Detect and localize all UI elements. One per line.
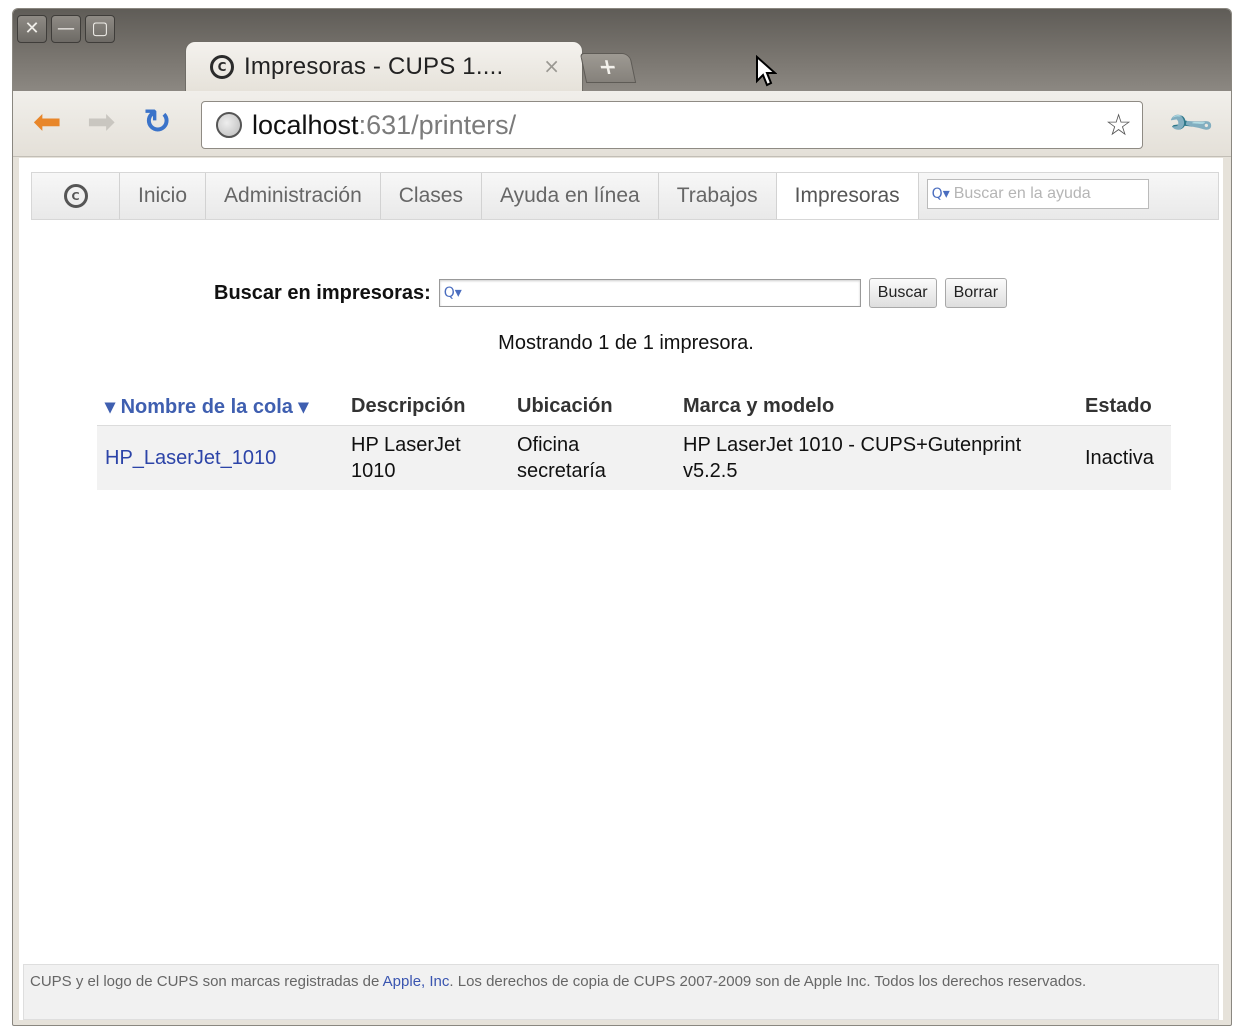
nav-item-impresoras[interactable]: Impresoras [776, 173, 919, 219]
search-button[interactable]: Buscar [868, 278, 937, 308]
browser-toolbar: ⬅ ➡ ↻ localhost :631/printers/ ☆ 🔧 [13, 91, 1231, 157]
column-header-description: Descripción [343, 386, 509, 426]
state-cell: Inactiva [1077, 425, 1171, 490]
page-footer: CUPS y el logo de CUPS son marcas regist… [23, 964, 1219, 1020]
search-icon: Q▾ [443, 285, 462, 301]
help-search-input[interactable]: Q▾ Buscar en la ayuda [926, 179, 1149, 209]
apple-link[interactable]: Apple, Inc [383, 973, 450, 990]
title-bar: ✕ — ▢ C Impresoras - CUPS 1.... × + [13, 9, 1231, 91]
window-close-button[interactable]: ✕ [17, 15, 47, 43]
make-model-cell: HP LaserJet 1010 - CUPS+Gutenprint v5.2.… [675, 425, 1077, 490]
window-maximize-button[interactable]: ▢ [85, 15, 115, 43]
printer-link[interactable]: HP_LaserJet_1010 [105, 447, 276, 469]
table-header-row: ▾ Nombre de la cola ▾ Descripción Ubicac… [97, 386, 1171, 426]
nav-item-trabajos[interactable]: Trabajos [659, 173, 777, 219]
back-button[interactable]: ⬅ [33, 105, 62, 139]
column-header-state: Estado [1077, 386, 1171, 426]
browser-tab[interactable]: C Impresoras - CUPS 1.... × [185, 41, 583, 91]
cups-favicon-icon: C [210, 54, 234, 79]
printer-search-form: Buscar en impresoras: Q▾ Buscar Borrar [214, 278, 1008, 308]
reload-button[interactable]: ↻ [143, 105, 172, 139]
bookmark-star-icon[interactable]: ☆ [1105, 108, 1132, 143]
help-search-placeholder: Buscar en la ayuda [953, 185, 1091, 202]
printers-table: ▾ Nombre de la cola ▾ Descripción Ubicac… [97, 386, 1171, 490]
nav-item-ayuda[interactable]: Ayuda en línea [482, 173, 659, 219]
url-path: :631/printers/ [358, 109, 517, 140]
column-header-location: Ubicación [509, 386, 675, 426]
queue-name-cell: HP_LaserJet_1010 [97, 425, 343, 490]
printer-search-input[interactable]: Q▾ [438, 279, 861, 307]
browser-window: ✕ — ▢ C Impresoras - CUPS 1.... × + ⬅ ➡ … [12, 8, 1232, 1026]
nav-item-clases[interactable]: Clases [381, 173, 482, 219]
column-header-make-model: Marca y modelo [675, 386, 1077, 426]
description-cell: HP LaserJet 1010 [343, 425, 509, 490]
mouse-cursor-icon [756, 55, 777, 87]
cups-logo-link[interactable]: C [32, 173, 120, 219]
search-icon: Q▾ [931, 186, 950, 202]
location-cell: Oficina secretaría [509, 425, 675, 490]
table-row: HP_LaserJet_1010 HP LaserJet 1010 Oficin… [97, 425, 1171, 490]
wrench-menu-icon[interactable]: 🔧 [1165, 99, 1216, 150]
address-bar[interactable]: localhost :631/printers/ ☆ [201, 101, 1143, 149]
column-header-queue-name[interactable]: ▾ Nombre de la cola ▾ [97, 386, 343, 426]
globe-icon [216, 112, 242, 138]
url-host: localhost [252, 109, 359, 140]
nav-item-administracion[interactable]: Administración [206, 173, 381, 219]
tab-title: Impresoras - CUPS 1.... [244, 52, 504, 80]
nav-item-inicio[interactable]: Inicio [120, 173, 207, 219]
results-summary: Mostrando 1 de 1 impresora. [498, 332, 754, 354]
window-minimize-button[interactable]: — [51, 15, 81, 43]
footer-text-start: CUPS y el logo de CUPS son marcas regist… [30, 973, 383, 990]
new-tab-button[interactable]: + [579, 53, 637, 83]
forward-button[interactable]: ➡ [87, 105, 116, 139]
cups-nav-bar: C Inicio Administración Clases Ayuda en … [31, 172, 1219, 220]
clear-button[interactable]: Borrar [944, 278, 1008, 308]
printer-search-label: Buscar en impresoras: [214, 281, 431, 304]
footer-text-end: . Los derechos de copia de CUPS 2007-200… [449, 973, 1087, 990]
cups-logo-icon: C [63, 184, 88, 208]
tab-close-icon[interactable]: × [543, 54, 560, 78]
page-viewport: C Inicio Administración Clases Ayuda en … [19, 158, 1223, 1020]
